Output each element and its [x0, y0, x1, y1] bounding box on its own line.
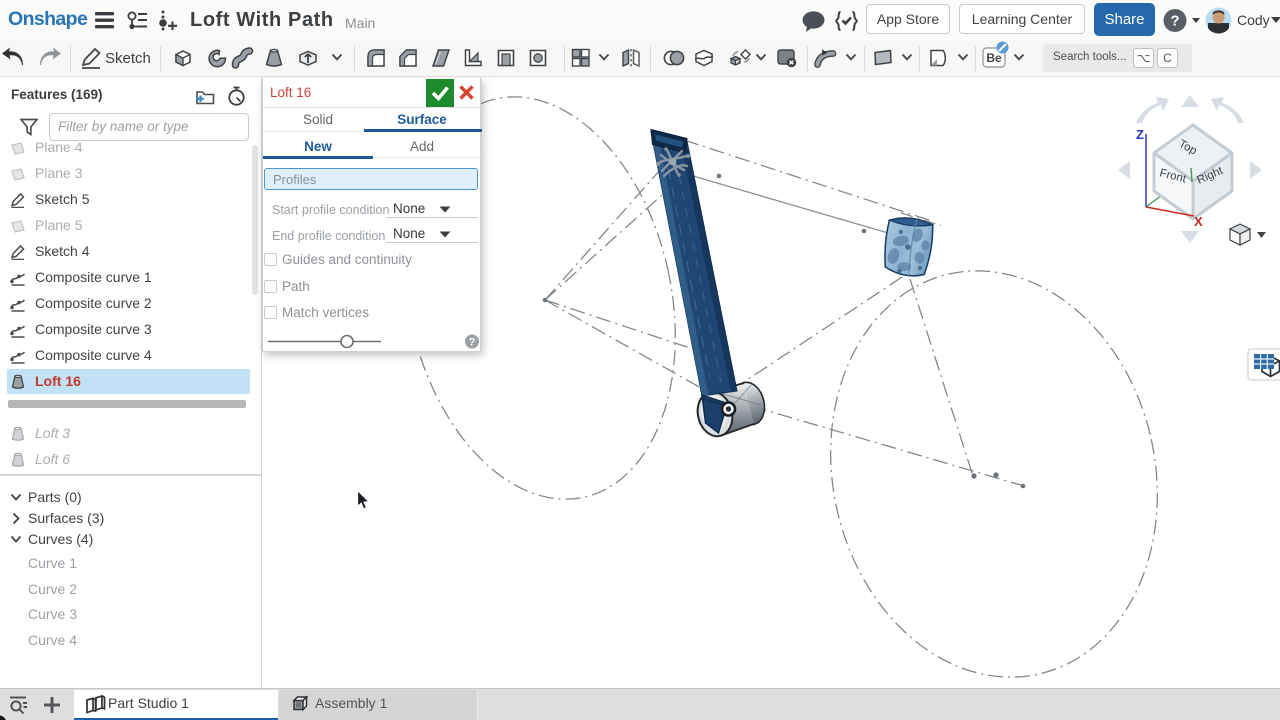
svg-text:Z: Z — [1136, 127, 1144, 142]
svg-text:?: ? — [469, 337, 476, 349]
svg-text:X: X — [1194, 214, 1203, 229]
svg-text:Be: Be — [986, 51, 1002, 65]
svg-text:?: ? — [1170, 13, 1179, 30]
